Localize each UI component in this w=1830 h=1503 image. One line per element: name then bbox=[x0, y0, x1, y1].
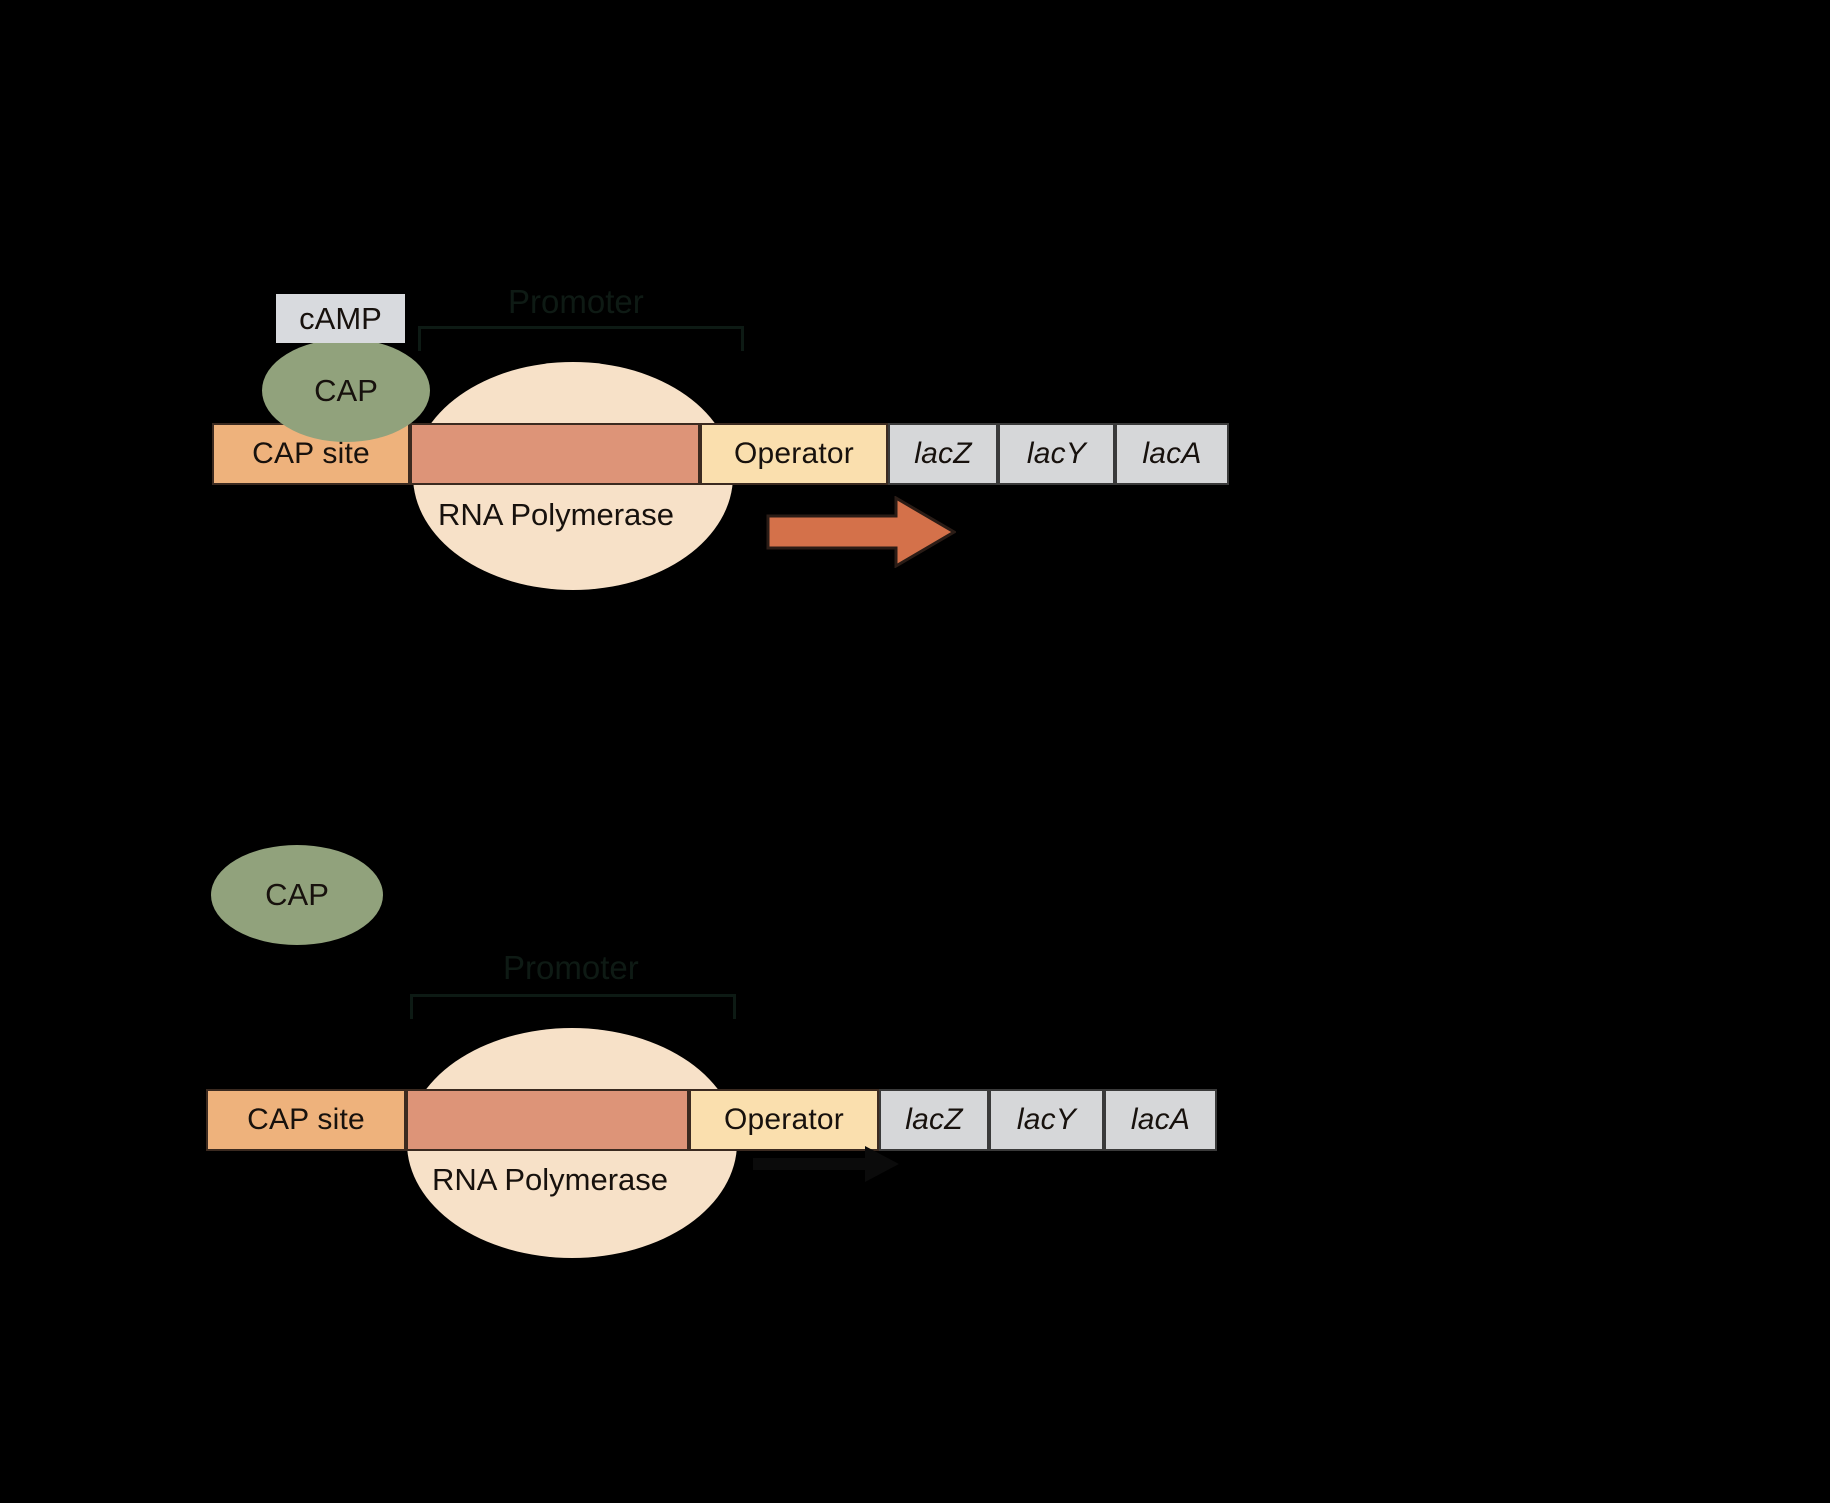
promoter-bracket-bottom bbox=[410, 994, 736, 1019]
segment-promoter-top[interactable] bbox=[410, 423, 700, 485]
transcription-arrow-bottom bbox=[753, 1146, 899, 1182]
segment-cap-site-bottom[interactable]: CAP site bbox=[206, 1089, 406, 1151]
segment-operator-top[interactable]: Operator bbox=[700, 423, 888, 485]
segment-promoter-bottom[interactable] bbox=[406, 1089, 689, 1151]
transcription-arrow-top bbox=[766, 496, 956, 568]
segment-lacz-top[interactable]: lacZ bbox=[888, 423, 998, 485]
segment-laca-top[interactable]: lacA bbox=[1115, 423, 1229, 485]
rna-polymerase-label-bottom: RNA Polymerase bbox=[432, 1162, 669, 1197]
segment-lacy-bottom[interactable]: lacY bbox=[989, 1089, 1104, 1151]
cap-protein-bottom[interactable]: CAP bbox=[211, 845, 383, 945]
segment-laca-bottom[interactable]: lacA bbox=[1104, 1089, 1217, 1151]
promoter-bracket-top bbox=[418, 326, 744, 351]
promoter-label-top: Promoter bbox=[508, 283, 644, 320]
cap-protein-top[interactable]: CAP bbox=[262, 339, 430, 442]
operon-strip-bottom: CAP site Operator lacZ lacY lacA bbox=[206, 1089, 1217, 1151]
segment-lacy-top[interactable]: lacY bbox=[998, 423, 1115, 485]
camp-box-top[interactable]: cAMP bbox=[276, 294, 405, 343]
promoter-label-bottom: Promoter bbox=[503, 949, 639, 986]
rna-polymerase-label-top: RNA Polymerase bbox=[438, 497, 675, 532]
